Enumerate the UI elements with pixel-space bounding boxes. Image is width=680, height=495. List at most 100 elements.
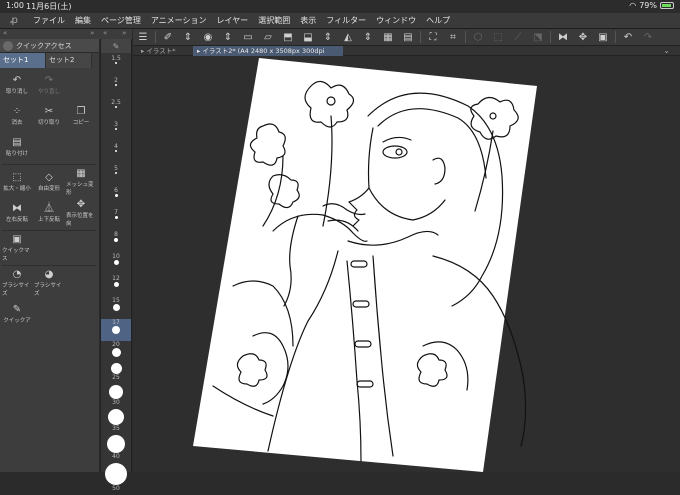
brush-size-label: 20 [112, 341, 120, 348]
menu-selection[interactable]: 選択範囲 [253, 15, 295, 26]
menu-file[interactable]: ファイル [28, 15, 70, 26]
menu-page[interactable]: ページ管理 [96, 15, 146, 26]
spinner-icon-2[interactable]: ⇕ [218, 32, 238, 43]
tab-illust-1[interactable]: ▸ イラスト* [137, 46, 193, 56]
brush-size-option[interactable]: 1.5 [101, 55, 131, 77]
quick-access-command[interactable]: ◔ ブラシサイズ [2, 269, 32, 297]
brush-size-option[interactable]: 7 [101, 209, 131, 231]
brush-size-option[interactable]: 15 [101, 297, 131, 319]
invert-selection-icon[interactable]: ⬔ [528, 32, 548, 43]
spinner-icon[interactable]: ⇕ [178, 32, 198, 43]
quick-access-label: 切り取り [37, 120, 60, 126]
collapse-left-icon[interactable]: « [3, 29, 7, 37]
brush-size-label: 2 [114, 77, 118, 84]
brush-size-dot [113, 282, 119, 287]
brush-size-label: 3 [114, 121, 118, 128]
brush-size-dot [114, 194, 118, 197]
brush-size-option[interactable]: 12 [101, 275, 131, 297]
quick-access-command[interactable]: ↶ 取り消し [2, 71, 32, 99]
grid-icon[interactable]: ▦ [378, 32, 398, 43]
brush-size-option[interactable]: 25 [101, 363, 131, 385]
quick-access-command[interactable]: ⁘ 消去 [2, 102, 32, 130]
quick-access-command[interactable]: ❐ コピー [66, 102, 96, 130]
quick-access-command[interactable]: ✥ 表示位置を戻 [66, 199, 96, 227]
brush-size-label: 1.5 [111, 55, 121, 62]
brush-size-option[interactable]: 6 [101, 187, 131, 209]
brush-size-option[interactable]: 3 [101, 121, 131, 143]
menu-filter[interactable]: フィルター [321, 15, 371, 26]
quick-access-command[interactable]: ◇ 自由変形 [34, 168, 64, 196]
brush-size-option[interactable]: 4 [101, 143, 131, 165]
chevron-down-icon[interactable]: ⌄ [663, 46, 670, 55]
quick-access-tool-icon: ✎ [12, 304, 22, 315]
ruler-icon[interactable]: ▤ [398, 32, 418, 43]
quick-access-label: コピー [72, 120, 90, 126]
brush-size-dot [115, 172, 117, 174]
brush-size-option[interactable]: 40 [101, 435, 131, 463]
set-tab-2[interactable]: セット2 [46, 53, 92, 68]
quick-access-command[interactable]: ▣ クイックマス [2, 234, 32, 262]
quick-access-empty-slot [66, 133, 96, 161]
selection-layer-icon[interactable]: ⬡ [468, 32, 488, 43]
quick-access-header: クイックアクセス [0, 39, 99, 53]
quick-access-command[interactable]: ⏅ 上下反転 [34, 199, 64, 227]
brush-size-option[interactable]: 35 [101, 409, 131, 435]
draw-selection-icon[interactable]: ⟋ [508, 32, 528, 43]
brush-size-option[interactable]: 17 [101, 319, 131, 341]
menu-animation[interactable]: アニメーション [146, 15, 212, 26]
quick-access-command[interactable]: ▤ 貼り付け [2, 133, 32, 161]
hamburger-menu-icon[interactable]: ☰ [133, 32, 153, 43]
quick-access-command[interactable]: ↷ やり直し [34, 71, 64, 99]
reset-view-icon: ✥ [76, 199, 86, 210]
fill-icon[interactable]: ◭ [338, 32, 358, 43]
expand-brush-icon[interactable]: » [122, 29, 126, 37]
deselect-icon[interactable]: ⬚ [488, 32, 508, 43]
open-folder-icon[interactable]: ▱ [258, 32, 278, 43]
collapse-right-icon[interactable]: » [90, 29, 94, 37]
brush-size-option[interactable]: 8 [101, 231, 131, 253]
new-file-icon[interactable]: ▭ [238, 32, 258, 43]
menu-edit[interactable]: 編集 [70, 15, 96, 26]
crop-icon[interactable]: ⌗ [443, 32, 463, 43]
menu-bar: ꝓ ファイル 編集 ページ管理 アニメーション レイヤー 選択範囲 表示 フィル… [0, 13, 680, 29]
redo-toolbar-icon[interactable]: ↷ [638, 32, 658, 43]
quick-access-title: クイックアクセス [16, 41, 72, 50]
collapse-brush-icon[interactable]: « [103, 29, 107, 37]
brush-size-option[interactable]: 20 [101, 341, 131, 363]
export-icon[interactable]: ⬓ [298, 32, 318, 43]
quick-access-command[interactable]: ✂ 切り取り [34, 102, 64, 130]
app-logo-icon[interactable]: ꝓ [0, 15, 28, 26]
brush-size-option[interactable]: 10 [101, 253, 131, 275]
move-icon[interactable]: ✥ [573, 32, 593, 43]
quick-access-command[interactable]: ◕ ブラシサイズ [34, 269, 64, 297]
quick-access-empty-slot [66, 71, 96, 99]
canvas-svg [193, 58, 537, 472]
brush-size-option[interactable]: 5 [101, 165, 131, 187]
spinner-icon-3[interactable]: ⇕ [318, 32, 338, 43]
quick-access-command[interactable]: ✎ クイックア [2, 300, 32, 328]
save-icon[interactable]: ⬒ [278, 32, 298, 43]
spinner-icon-4[interactable]: ⇕ [358, 32, 378, 43]
tab-illust-2[interactable]: ▸ イラスト2* (A4 2480 x 3508px 300dpi 39.0%) [193, 46, 343, 65]
flip-icon[interactable]: ⧓ [553, 32, 573, 43]
quick-access-command[interactable]: ▦ メッシュ変形 [66, 168, 96, 196]
view-icon[interactable]: ◉ [198, 32, 218, 43]
quick-access-command[interactable]: ⬚ 拡大・縮小 [2, 168, 32, 196]
menu-view[interactable]: 表示 [295, 15, 321, 26]
menu-help[interactable]: ヘルプ [421, 15, 455, 26]
brush-size-option[interactable]: 2.5 [101, 99, 131, 121]
transform-icon[interactable]: ⛶ [423, 32, 443, 43]
edit-icon[interactable]: ✐ [158, 32, 178, 43]
brush-size-option[interactable]: 2 [101, 77, 131, 99]
undo-icon: ↶ [12, 75, 22, 86]
quick-access-command[interactable]: ⧓ 左右反転 [2, 199, 32, 227]
menu-layer[interactable]: レイヤー [212, 15, 254, 26]
menu-window[interactable]: ウィンドウ [371, 15, 421, 26]
layer-settings-icon[interactable]: ▣ [593, 32, 613, 43]
toolbar-divider [155, 31, 156, 43]
canvas-area[interactable] [133, 56, 680, 472]
brush-size-option[interactable]: 50 [101, 463, 131, 495]
set-tab-1[interactable]: セット1 [0, 53, 46, 68]
brush-size-option[interactable]: 30 [101, 385, 131, 409]
undo-toolbar-icon[interactable]: ↶ [618, 32, 638, 43]
